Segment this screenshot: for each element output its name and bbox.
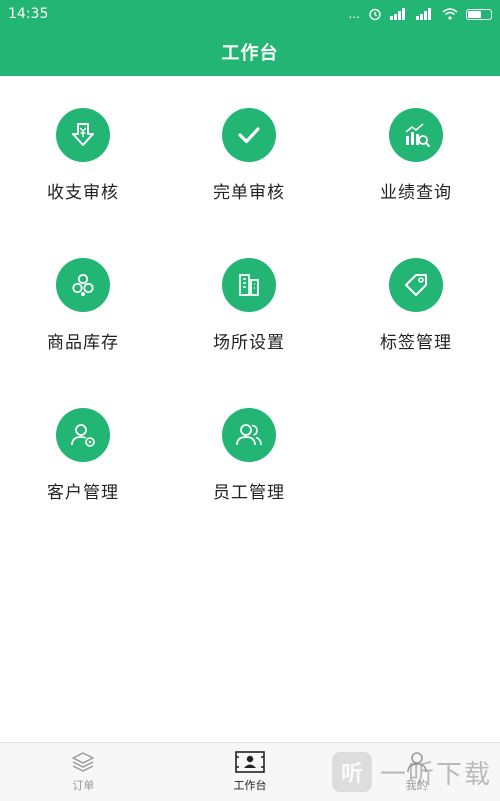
tile-label: 场所设置 — [213, 333, 285, 353]
more-dots: ... — [348, 7, 360, 21]
layers-icon — [72, 752, 95, 772]
status-icons: ... — [349, 7, 492, 21]
tile-label: 标签管理 — [380, 333, 452, 353]
watermark-logo-icon: 听 — [331, 752, 372, 792]
income-expense-review-icon — [56, 108, 110, 162]
tile-label: 完单审核 — [213, 183, 285, 203]
tile-income-expense-review[interactable]: 收支审核 — [0, 108, 166, 258]
tab-orders[interactable]: 订单 — [0, 743, 167, 801]
tile-performance-query[interactable]: 业绩查询 — [332, 108, 500, 258]
tile-goods-inventory[interactable]: 商品库存 — [0, 258, 166, 408]
tile-label: 商品库存 — [47, 333, 119, 353]
customer-icon — [56, 408, 110, 462]
tag-icon — [389, 258, 443, 312]
status-time: 14:35 — [8, 6, 49, 22]
app-header: 14:35 ... 工作台 — [0, 0, 500, 76]
tile-customer-management[interactable]: 客户管理 — [0, 408, 166, 558]
tile-order-completion-review[interactable]: 完单审核 — [166, 108, 332, 258]
signal-icon — [390, 8, 405, 20]
tile-staff-management[interactable]: 员工管理 — [166, 408, 332, 558]
goods-stack-icon — [56, 258, 110, 312]
watermark-text: 一听下载 — [379, 759, 492, 790]
wifi-icon — [442, 8, 458, 20]
tab-label: 订单 — [72, 779, 95, 792]
tab-workbench[interactable]: 工作台 — [167, 743, 334, 801]
tile-tag-management[interactable]: 标签管理 — [332, 258, 500, 408]
tile-label: 员工管理 — [213, 483, 285, 503]
tile-label: 客户管理 — [47, 483, 119, 503]
workbench-icon — [235, 751, 265, 773]
tile-label: 业绩查询 — [380, 183, 452, 203]
staff-icon — [222, 408, 276, 462]
tile-label: 收支审核 — [47, 183, 119, 203]
battery-icon — [466, 8, 492, 20]
page-title: 工作台 — [221, 43, 279, 64]
buildings-icon — [222, 258, 276, 312]
performance-chart-icon — [389, 108, 443, 162]
signal-icon — [416, 8, 431, 20]
function-grid: 收支审核 完单审核 业绩查询 商品库存 场所设置 标签管理 客户管理 员工管理 — [0, 108, 500, 558]
watermark: 听 一听下载 — [331, 750, 492, 794]
status-bar: 14:35 ... — [0, 0, 500, 28]
alarm-icon — [369, 8, 381, 21]
tab-label: 工作台 — [233, 779, 267, 792]
checkmark-icon — [222, 108, 276, 162]
tile-venue-settings[interactable]: 场所设置 — [166, 258, 332, 408]
